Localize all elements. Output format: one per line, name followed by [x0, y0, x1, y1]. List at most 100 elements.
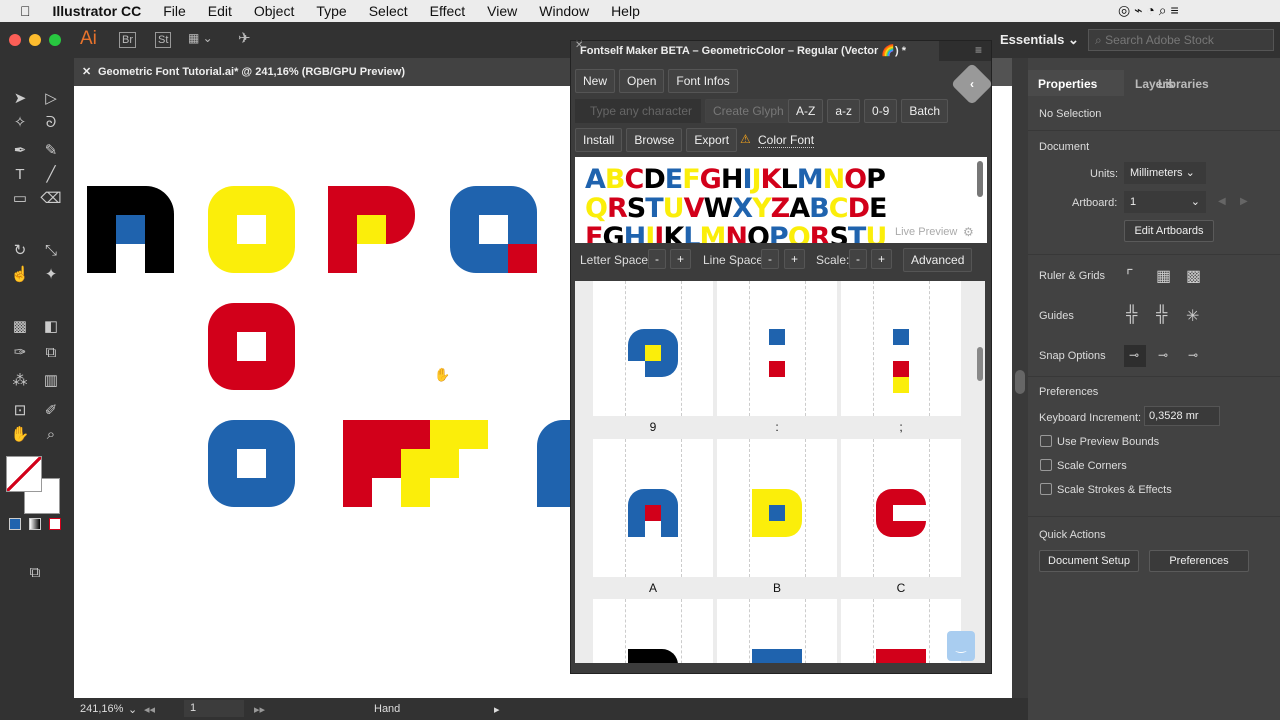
- glyph-grid[interactable]: 9 : ; A B C ‿: [575, 281, 985, 663]
- direct-selection-tool-icon[interactable]: ▷: [40, 88, 62, 110]
- gradient-mode-icon[interactable]: [29, 518, 41, 530]
- apple-icon[interactable]: : [20, 3, 31, 19]
- guides-icon[interactable]: ╬: [1126, 306, 1137, 324]
- artboard-number[interactable]: 1: [184, 700, 244, 717]
- create-glyph-button[interactable]: Create Glyph: [705, 99, 792, 123]
- edit-artboards-button[interactable]: Edit Artboards: [1124, 220, 1214, 242]
- install-button[interactable]: Install: [575, 128, 623, 152]
- zoom-tool-icon[interactable]: ⌕: [40, 424, 62, 446]
- artboard-dropdown[interactable]: 1 ⌄: [1124, 191, 1206, 213]
- lock-guides-icon[interactable]: ╬: [1156, 306, 1167, 324]
- artboard-prev-icon[interactable]: ◂◂: [144, 703, 155, 716]
- glyph-F-yellow[interactable]: [430, 420, 488, 449]
- puppet-warp-icon[interactable]: ✦: [40, 264, 62, 286]
- type-tool-icon[interactable]: T: [9, 164, 31, 186]
- hand-tool-icon[interactable]: ✋: [9, 424, 31, 446]
- stock-button[interactable]: St: [155, 32, 172, 48]
- lowercase-button[interactable]: a-z: [827, 99, 861, 123]
- tab-properties[interactable]: Properties: [1038, 77, 1097, 91]
- menu-select[interactable]: Select: [369, 3, 408, 19]
- gpu-performance-icon[interactable]: ✈: [238, 29, 251, 47]
- settings-gear-icon[interactable]: ⚙: [963, 225, 974, 239]
- slice-tool-icon[interactable]: ✐: [40, 400, 62, 422]
- fill-swatch[interactable]: [6, 456, 42, 492]
- snap-grid-icon[interactable]: ⊸: [1158, 348, 1168, 362]
- symbol-sprayer-icon[interactable]: ⁂: [9, 370, 31, 392]
- letter-space-plus[interactable]: +: [670, 249, 692, 269]
- browse-button[interactable]: Browse: [626, 128, 683, 152]
- glyph-cell-B[interactable]: [717, 439, 837, 577]
- pen-tool-icon[interactable]: ✒: [9, 140, 31, 162]
- zoom-level[interactable]: 241,16%: [80, 703, 123, 715]
- rulers-icon[interactable]: ⌜: [1126, 266, 1134, 286]
- scale-corners-checkbox[interactable]: [1040, 459, 1052, 471]
- export-button[interactable]: Export: [686, 128, 738, 152]
- menu-view[interactable]: View: [487, 3, 517, 19]
- line-space-minus[interactable]: -: [761, 249, 779, 269]
- status-icons[interactable]: ◎ ⌁ ◔ ⌕ ≡: [1118, 2, 1179, 19]
- workspace-switcher[interactable]: Essentials ⌄: [1000, 32, 1079, 48]
- menu-effect[interactable]: Effect: [430, 3, 466, 19]
- eyedropper-icon[interactable]: ✑: [9, 342, 31, 364]
- preview-scrollbar[interactable]: [977, 161, 983, 197]
- close-panel-icon[interactable]: ✕: [575, 40, 583, 51]
- zoom-dropdown-icon[interactable]: ⌄: [128, 703, 137, 716]
- gradient-tool-icon[interactable]: ◧: [40, 316, 62, 338]
- glyph-cell-C[interactable]: [841, 439, 961, 577]
- arrange-documents-icon[interactable]: ▦ ⌄: [188, 31, 213, 45]
- line-space-plus[interactable]: +: [784, 249, 806, 269]
- glyph-cell-E[interactable]: [717, 599, 837, 663]
- stock-search-input[interactable]: ⌕ Search Adobe Stock: [1088, 29, 1274, 51]
- color-mode-icon[interactable]: [9, 518, 21, 530]
- character-input[interactable]: Type any character: [575, 99, 701, 123]
- menu-object[interactable]: Object: [254, 3, 294, 19]
- smart-guides-icon[interactable]: ✳: [1186, 306, 1199, 326]
- transparency-grid-icon[interactable]: ▩: [1186, 266, 1201, 286]
- vertical-scrollbar[interactable]: [1012, 58, 1028, 698]
- snap-pixel-icon[interactable]: ⊸: [1188, 348, 1198, 362]
- rotate-tool-icon[interactable]: ↻: [9, 240, 31, 262]
- close-window-button[interactable]: [9, 34, 21, 46]
- glyph-cell-F[interactable]: [841, 599, 961, 663]
- rectangle-tool-icon[interactable]: ▭: [9, 188, 31, 210]
- curvature-tool-icon[interactable]: ✎: [40, 140, 62, 162]
- keyboard-increment-input[interactable]: 0,3528 mr: [1144, 406, 1220, 426]
- uppercase-button[interactable]: A-Z: [788, 99, 824, 123]
- menu-file[interactable]: File: [163, 3, 186, 19]
- artboard-next-icon[interactable]: ▸▸: [254, 703, 265, 716]
- font-infos-button[interactable]: Font Infos: [668, 69, 738, 93]
- menu-type[interactable]: Type: [316, 3, 346, 19]
- chat-support-icon[interactable]: ‿: [947, 631, 975, 661]
- batch-button[interactable]: Batch: [901, 99, 949, 123]
- scale-minus[interactable]: -: [849, 249, 867, 269]
- color-font-link[interactable]: Color Font: [758, 133, 815, 148]
- grid-icon[interactable]: ▦: [1156, 266, 1171, 286]
- glyph-cell-colon[interactable]: [717, 281, 837, 416]
- selection-tool-icon[interactable]: ➤: [9, 88, 31, 110]
- none-mode-icon[interactable]: [49, 518, 61, 530]
- scale-strokes-checkbox[interactable]: [1040, 483, 1052, 495]
- line-tool-icon[interactable]: ╱: [40, 164, 62, 186]
- panel-menu-icon[interactable]: ≡: [975, 43, 982, 57]
- screen-mode-icon[interactable]: ⧉: [24, 562, 46, 584]
- glyph-F-red[interactable]: [343, 420, 430, 449]
- graph-tool-icon[interactable]: ▥: [40, 370, 62, 392]
- menu-app[interactable]: Illustrator CC: [53, 3, 142, 19]
- glyph-cell-A[interactable]: [593, 439, 713, 577]
- open-button[interactable]: Open: [619, 69, 665, 93]
- glyph-cell-9[interactable]: [593, 281, 713, 416]
- scroll-thumb[interactable]: [1015, 370, 1025, 394]
- digits-button[interactable]: 0-9: [864, 99, 898, 123]
- units-dropdown[interactable]: Millimeters ⌄: [1124, 162, 1206, 184]
- document-tab[interactable]: ✕ Geometric Font Tutorial.ai* @ 241,16% …: [74, 58, 574, 86]
- grid-scrollbar[interactable]: [977, 347, 983, 381]
- glyph-cell-D[interactable]: [593, 599, 713, 663]
- scale-tool-icon[interactable]: ⤡: [40, 240, 62, 262]
- menu-edit[interactable]: Edit: [208, 3, 232, 19]
- menu-window[interactable]: Window: [539, 3, 589, 19]
- preferences-button[interactable]: Preferences: [1149, 550, 1249, 572]
- new-button[interactable]: New: [575, 69, 616, 93]
- bridge-button[interactable]: Br: [119, 32, 136, 48]
- status-menu-icon[interactable]: ▸: [494, 703, 500, 716]
- magic-wand-icon[interactable]: ✧: [9, 112, 31, 134]
